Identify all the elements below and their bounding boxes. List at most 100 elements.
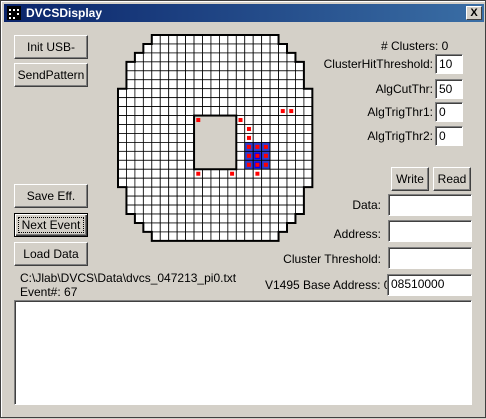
calorimeter-cell (159, 79, 170, 90)
calorimeter-cell (269, 204, 279, 215)
alg-trig-thr2-field[interactable]: 0 (435, 126, 463, 146)
calorimeter-cell (117, 106, 127, 116)
cluster-hit-threshold-field[interactable]: 10 (435, 54, 463, 74)
alg-trig-thr1-field[interactable]: 0 (435, 102, 463, 122)
calorimeter-cell (126, 88, 136, 99)
write-button[interactable]: Write (391, 167, 429, 191)
calorimeter-cell (278, 97, 288, 108)
log-output[interactable] (14, 300, 472, 405)
calorimeter-cell (244, 70, 254, 81)
calorimeter-cell (193, 34, 203, 45)
hit-marker (196, 171, 201, 176)
calorimeter-cell (269, 141, 279, 152)
calorimeter-cell (210, 231, 220, 242)
calorimeter-cell (168, 106, 178, 116)
calorimeter-cell (202, 231, 212, 242)
hit-marker (196, 118, 201, 123)
calorimeter-cell (142, 141, 153, 152)
calorimeter-cell (252, 177, 263, 188)
hit-marker (263, 144, 268, 149)
calorimeter-cell (185, 61, 195, 72)
calorimeter-cell (278, 186, 288, 197)
calorimeter-cell (303, 177, 313, 188)
calorimeter-cell (176, 124, 186, 134)
calorimeter-cell (159, 231, 170, 242)
calorimeter-cell (193, 231, 203, 242)
calorimeter-cell (168, 79, 178, 90)
calorimeter-cell (151, 195, 161, 206)
calorimeter-cell (295, 106, 305, 116)
calorimeter-cell (286, 177, 296, 188)
calorimeter-cell (269, 88, 279, 99)
calorimeter-cell (278, 141, 288, 152)
calorimeter-cell (151, 43, 161, 54)
calorimeter-cell (261, 177, 271, 188)
alg-cut-thr-field[interactable]: 50 (435, 79, 463, 99)
calorimeter-cell (202, 34, 212, 45)
calorimeter-cell (261, 222, 271, 233)
calorimeter-cell (151, 213, 161, 224)
calorimeter-cell (261, 124, 271, 134)
calorimeter-cell (235, 177, 246, 188)
calorimeter-cell (235, 43, 246, 54)
calorimeter-cell (159, 115, 170, 125)
calorimeter-cell (252, 115, 263, 125)
hit-marker (280, 109, 285, 114)
calorimeter-cell (159, 97, 170, 108)
calorimeter-cell (117, 177, 127, 188)
calorimeter-cell (159, 213, 170, 224)
calorimeter-cell (126, 159, 136, 170)
calorimeter-cell (134, 115, 144, 125)
calorimeter-cell (235, 222, 246, 233)
calorimeter-cell (252, 213, 263, 224)
calorimeter-cell (295, 133, 305, 143)
calorimeter-cell (210, 88, 220, 99)
calorimeter-cell (286, 168, 296, 179)
calorimeter-cell (168, 34, 178, 45)
calorimeter-cell (269, 168, 279, 179)
calorimeter-cell (278, 195, 288, 206)
calorimeter-cell (235, 186, 246, 197)
calorimeter-cell (193, 97, 203, 108)
calorimeter-cell (168, 70, 178, 81)
calorimeter-cell (278, 115, 288, 125)
read-button[interactable]: Read (433, 167, 471, 191)
calorimeter-cell (227, 61, 237, 72)
calorimeter-cell (202, 222, 212, 233)
address-field[interactable] (388, 220, 472, 242)
calorimeter-cell (303, 141, 313, 152)
calorimeter-cell (252, 97, 263, 108)
calorimeter-cell (269, 97, 279, 108)
data-field[interactable] (388, 194, 472, 216)
base-address-field[interactable]: 08510000 (387, 274, 472, 296)
calorimeter-cell (117, 97, 127, 108)
calorimeter-cell (185, 141, 195, 152)
calorimeter-cell (286, 186, 296, 197)
calorimeter-cell (286, 213, 296, 224)
calorimeter-cell (278, 213, 288, 224)
alg-trig-thr2-label: AlgTrigThr2: (367, 129, 433, 143)
event-number: Event#: 67 (20, 285, 78, 299)
calorimeter-cell (269, 52, 279, 63)
calorimeter-cell (286, 70, 296, 81)
calorimeter-cell (185, 177, 195, 188)
calorimeter-cell (142, 79, 153, 90)
calorimeter-cell (286, 97, 296, 108)
calorimeter-cell (202, 195, 212, 206)
calorimeter-cell (235, 106, 246, 116)
calorimeter-cell (142, 195, 153, 206)
address-label: Address: (333, 227, 381, 241)
calorimeter-cell (193, 204, 203, 215)
calorimeter-cell (295, 141, 305, 152)
calorimeter-cell (176, 159, 186, 170)
cluster-threshold-field[interactable] (388, 247, 472, 269)
calorimeter-cell (244, 79, 254, 90)
calorimeter-cell (210, 61, 220, 72)
calorimeter-cell (176, 186, 186, 197)
calorimeter-cell (227, 106, 237, 116)
calorimeter-cell (261, 168, 271, 179)
calorimeter-cell (185, 115, 195, 125)
calorimeter-cell (202, 106, 212, 116)
calorimeter-cell (235, 70, 246, 81)
calorimeter-cell (176, 168, 186, 179)
